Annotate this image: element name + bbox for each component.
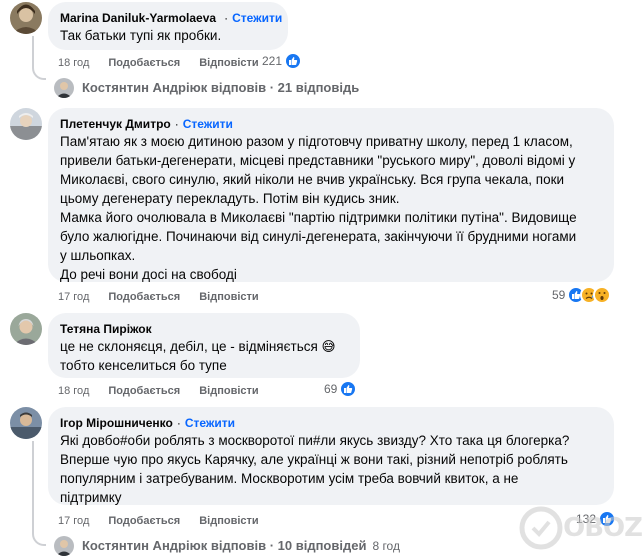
separator-dot: ·: [174, 117, 179, 131]
comment-text-line: це не склоняєця, дебіл, це - відміняєтьс…: [60, 339, 336, 354]
comment-text-line: у шльопках.: [60, 248, 136, 263]
comment-text-line: тобто кенселиться бо тупе: [60, 358, 227, 373]
avatar[interactable]: [10, 108, 42, 140]
reaction-count: 69: [324, 382, 338, 396]
comment-time[interactable]: 17 год: [58, 290, 89, 304]
comment-text-line: Миколаєві, свого синулю, який ніколи не …: [60, 172, 565, 187]
like-button[interactable]: Подобається: [108, 56, 180, 70]
comment-author[interactable]: Плетенчук Дмитро: [60, 116, 171, 132]
comment-text-line: Вперше чую про якусь Карячку, але україн…: [60, 452, 568, 467]
follow-button[interactable]: Стежити: [185, 415, 235, 431]
watermark: OBOZ: [519, 506, 642, 550]
separator-dot: ·: [224, 11, 229, 25]
comment-bubble: Плетенчук Дмитро · Стежити Пам'ятаю як з…: [48, 108, 614, 282]
comment-actions: 18 год Подобається Відповісти: [58, 384, 278, 398]
comment-time[interactable]: 18 год: [58, 56, 89, 70]
reply-button[interactable]: Відповісти: [199, 384, 258, 398]
reply-author: Костянтин Андріюк: [82, 538, 208, 553]
like-reaction-icon: [284, 52, 303, 70]
like-reaction-icon: [339, 380, 358, 398]
comment-text-line: привели батьки-дегенерати, місцеві предс…: [60, 153, 576, 168]
like-button[interactable]: Подобається: [108, 384, 180, 398]
comment-author[interactable]: Marina Daniluk-Yarmolaeva: [60, 10, 216, 26]
avatar[interactable]: [10, 2, 42, 34]
comment-time[interactable]: 18 год: [58, 384, 89, 398]
reaction-count: 59: [552, 288, 566, 302]
avatar[interactable]: [10, 407, 42, 439]
comment-bubble: Marina Daniluk-Yarmolaeva · Стежити Так …: [48, 2, 288, 50]
comment-actions: 17 год Подобається Відповісти: [58, 290, 278, 304]
reaction-summary[interactable]: 59: [552, 286, 612, 304]
comment-author[interactable]: Тетяна Пиріжок: [60, 321, 152, 337]
comment-time[interactable]: 17 год: [58, 514, 89, 528]
reply-button[interactable]: Відповісти: [199, 56, 258, 70]
reply-count: відповів · 21 відповідь: [210, 80, 360, 95]
reply-thread-line: [32, 36, 46, 80]
follow-button[interactable]: Стежити: [183, 116, 233, 132]
reply-count: відповів · 10 відповідей: [210, 538, 367, 553]
view-replies-link[interactable]: Костянтин Андріюк відповів · 10 відповід…: [82, 538, 400, 553]
avatar[interactable]: [54, 78, 74, 98]
comment-text-line: підтримку: [60, 490, 122, 505]
comment-actions: 17 год Подобається Відповісти: [58, 514, 278, 528]
reply-button[interactable]: Відповісти: [199, 514, 258, 528]
reaction-summary[interactable]: 69: [324, 380, 358, 398]
avatar[interactable]: [10, 313, 42, 345]
reply-time: 8 год: [372, 538, 400, 553]
reply-thread-line: [32, 441, 46, 546]
comment-text-line: цьому дегенерату перекладуть. Потім він …: [60, 191, 400, 206]
reply-author: Костянтин Андріюк: [82, 80, 208, 95]
comment-text-line: Мамка його очолювала в Миколаєві "партію…: [60, 210, 577, 225]
comment-bubble: Ігор Мірошниченко · Стежити Які довбо#об…: [48, 407, 614, 505]
view-replies-link[interactable]: Костянтин Андріюк відповів · 21 відповід…: [82, 80, 359, 95]
watermark-text: OBOZ: [563, 513, 642, 543]
reply-button[interactable]: Відповісти: [199, 290, 258, 304]
comment-text-line: популярним і затребуваним. Москворотим у…: [60, 471, 519, 486]
comment-text-line: було жалюгідне. Починаючи від синулі-дег…: [60, 229, 577, 244]
wow-reaction-icon: [593, 286, 612, 304]
avatar[interactable]: [54, 536, 74, 556]
like-button[interactable]: Подобається: [108, 290, 180, 304]
watermark-logo-icon: [519, 506, 563, 550]
follow-button[interactable]: Стежити: [232, 10, 282, 26]
comment-text-line: Пам'ятаю як з моєю дитиною разом у підго…: [60, 134, 573, 149]
comment-author[interactable]: Ігор Мірошниченко: [60, 415, 173, 431]
comment-bubble: Тетяна Пиріжок це не склоняєця, дебіл, ц…: [48, 313, 360, 378]
separator-dot: ·: [176, 416, 181, 430]
comment-text-line: До речі вони досі на свободі: [60, 267, 237, 282]
comment-text: Так батьки тупі як пробки.: [60, 28, 222, 43]
comment-actions: 18 год Подобається Відповісти: [58, 56, 278, 70]
like-button[interactable]: Подобається: [108, 514, 180, 528]
comment-text-line: Які довбо#оби роблять з москворотої пи#л…: [60, 433, 570, 448]
